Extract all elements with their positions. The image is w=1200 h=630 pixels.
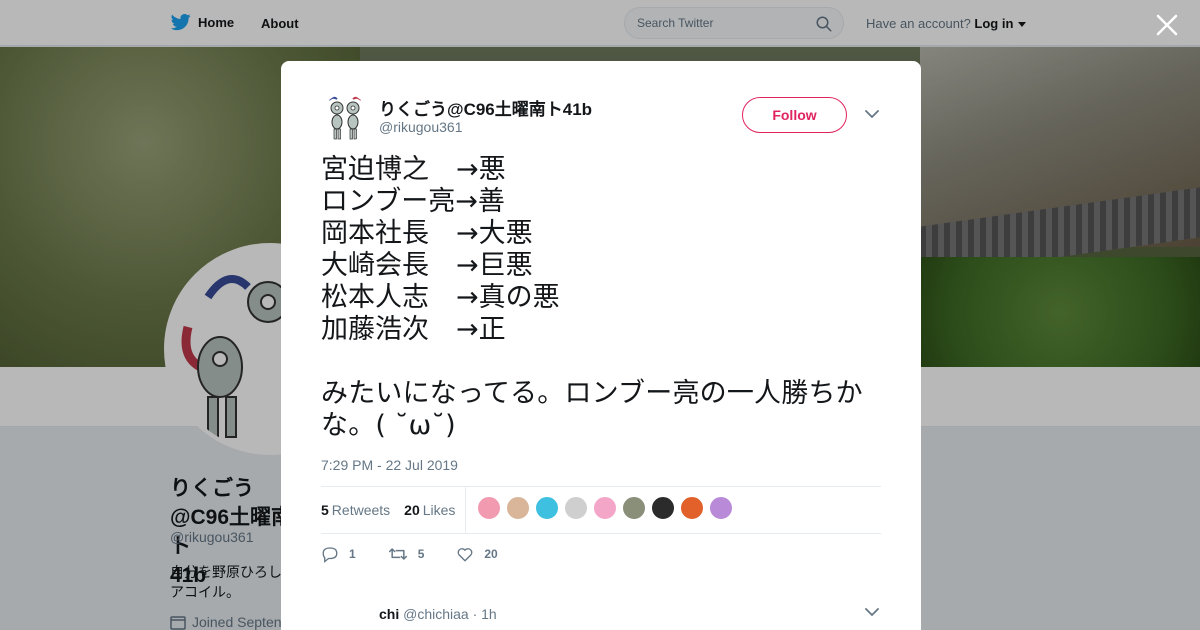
liker-avatars [477,495,738,525]
tweet-actions: 1 5 20 [321,545,530,563]
liker-avatar[interactable] [709,495,734,520]
retweet-count: 5 [417,547,425,561]
likes-count: 20 [404,502,420,518]
tweet-timestamp[interactable]: 7:29 PM - 22 Jul 2019 [321,457,458,473]
heart-icon [457,548,473,562]
tweet-stats: 5 Retweets 20 Likes [321,487,881,533]
like-button[interactable]: 20 [456,545,498,563]
liker-avatar[interactable] [506,495,531,520]
robot-character-icon [321,94,369,142]
likes-stat[interactable]: 20 Likes [404,502,455,518]
liker-avatar[interactable] [680,495,705,520]
retweets-count: 5 [321,502,329,518]
tweet-text-paragraph: みたいになってる。ロンブー亮の一人勝ちかな。( ˘ω˘) [321,378,863,441]
tweet-author-name[interactable]: りくごう@C96土曜南ト41b [379,95,592,120]
liker-avatar[interactable] [593,495,618,520]
tweet-text-line: 岡本社長 →大悪 [321,218,533,249]
retweets-stat[interactable]: 5 Retweets [321,502,390,518]
liker-avatar[interactable] [651,495,676,520]
divider [465,487,467,533]
reply-time: · 1h [472,606,497,622]
liker-avatar[interactable] [477,495,502,520]
reply-button[interactable]: 1 [321,545,356,563]
tweet-author-handle[interactable]: @rikugou361 [379,119,463,135]
tweet-modal: りくごう@C96土曜南ト41b @rikugou361 Follow 宮迫博之 … [281,61,921,630]
reply-icon [322,547,338,563]
reply-author-handle: @chichiaa [403,606,469,622]
tweet-text-line: ロンブー亮→善 [321,186,505,217]
liker-avatar[interactable] [535,495,560,520]
divider [321,533,881,534]
tweet-text-line: 松本人志 →真の悪 [321,282,560,313]
likes-label: Likes [422,502,456,518]
tweet-text: 宮迫博之 →悪 ロンブー亮→善 岡本社長 →大悪 大崎会長 →巨悪 松本人志 →… [321,154,886,442]
like-count: 20 [484,547,498,561]
follow-button[interactable]: Follow [742,97,847,133]
reply-author[interactable]: chi @chichiaa · 1h [379,606,497,622]
liker-avatar[interactable] [564,495,589,520]
chevron-down-icon[interactable] [865,607,879,617]
reply-author-name: chi [379,606,400,622]
tweet-author-avatar[interactable] [321,94,369,142]
reply-count: 1 [349,547,356,561]
retweet-icon [388,548,407,560]
chevron-down-icon[interactable] [865,109,879,119]
retweet-button[interactable]: 5 [388,545,425,563]
liker-avatar[interactable] [622,495,647,520]
tweet-text-line: 加藤浩次 →正 [321,314,506,345]
tweet-text-line: 大崎会長 →巨悪 [321,250,533,281]
tweet-text-line: 宮迫博之 →悪 [321,154,506,185]
close-icon[interactable] [1154,12,1180,38]
reply-tweet[interactable] [281,583,921,630]
retweets-label: Retweets [331,502,391,518]
